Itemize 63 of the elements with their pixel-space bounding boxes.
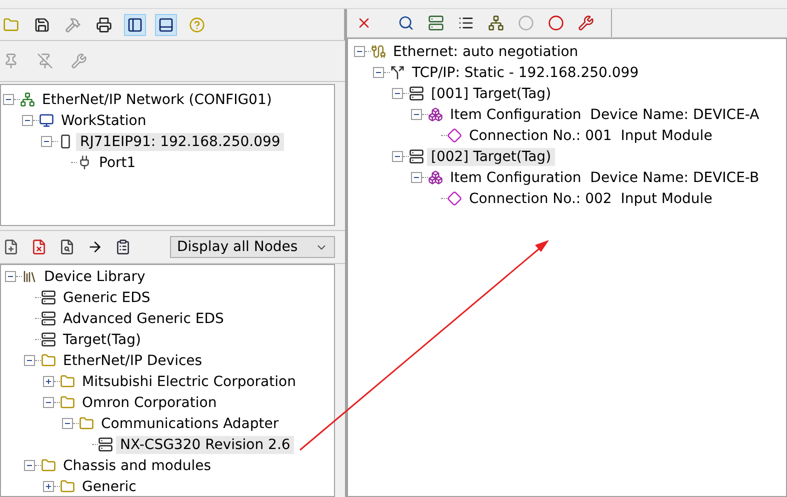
collapse-toggle[interactable]	[392, 88, 403, 99]
tree-item[interactable]: Connection No.: 001 Input Module	[465, 126, 716, 144]
collapse-toggle[interactable]	[411, 109, 422, 120]
expand-toggle[interactable]	[43, 481, 54, 492]
folder-icon	[60, 395, 75, 410]
tree-item[interactable]: Item Configuration Device Name: DEVICE-B	[446, 168, 764, 186]
expand-toggle[interactable]	[43, 376, 54, 387]
collapse-toggle[interactable]	[411, 172, 422, 183]
branch-icon	[390, 65, 405, 80]
tree-item[interactable]: Generic	[78, 478, 140, 496]
folder-icon	[41, 353, 56, 368]
cable-icon	[371, 44, 386, 59]
collapse-toggle[interactable]	[392, 151, 403, 162]
tree-item[interactable]: Item Configuration Device Name: DEVICE-A	[446, 106, 764, 124]
folder-icon	[79, 416, 94, 431]
diamond-icon	[447, 191, 462, 206]
tree-item[interactable]: NX-CSG320 Revision 2.6	[116, 436, 294, 454]
folder-icon	[41, 458, 56, 473]
tree-item[interactable]: RJ71EIP91: 192.168.250.099	[76, 132, 284, 150]
tree-item[interactable]: Omron Corporation	[78, 394, 221, 412]
cubes-icon	[428, 170, 443, 185]
tree-item[interactable]: Ethernet: auto negotiation	[389, 42, 582, 60]
collapse-toggle[interactable]	[43, 397, 54, 408]
tree-item[interactable]: Device Library	[40, 268, 150, 286]
diamond-icon	[447, 128, 462, 143]
cubes-icon	[428, 107, 443, 122]
tree-item[interactable]: Connection No.: 002 Input Module	[465, 190, 716, 208]
tree-item[interactable]: TCP/IP: Static - 192.168.250.099	[408, 64, 643, 82]
server-icon	[41, 332, 56, 347]
collapse-toggle[interactable]	[24, 355, 35, 366]
tree-item[interactable]: Generic EDS	[59, 288, 154, 306]
tree-item[interactable]: Port1	[95, 154, 140, 172]
plug-icon	[77, 155, 92, 170]
node-filter-dropdown[interactable]: Display all Nodes	[170, 236, 335, 258]
server-icon	[41, 290, 56, 305]
server-icon	[409, 86, 424, 101]
tree-item[interactable]: Chassis and modules	[59, 456, 215, 474]
window-layout-icon[interactable]	[124, 14, 146, 36]
tree-item[interactable]: [002] Target(Tag)	[427, 148, 556, 166]
tree-item[interactable]: Communications Adapter	[97, 414, 283, 432]
tree-item[interactable]: EtherNet/IP Network (CONFIG01)	[38, 90, 276, 108]
tree-item[interactable]: WorkStation	[57, 112, 150, 130]
tree-item[interactable]: Target(Tag)	[59, 330, 145, 348]
collapse-toggle[interactable]	[62, 418, 73, 429]
tree-item[interactable]: EtherNet/IP Devices	[59, 352, 206, 370]
server-icon	[98, 437, 113, 452]
tree-item[interactable]: [001] Target(Tag)	[427, 84, 556, 102]
window-layout-icon[interactable]	[155, 14, 177, 36]
folder-icon	[60, 479, 75, 494]
collapse-toggle[interactable]	[3, 94, 14, 105]
collapse-toggle[interactable]	[5, 271, 16, 282]
folder-icon	[60, 374, 75, 389]
server-icon	[41, 311, 56, 326]
server-icon	[409, 149, 424, 164]
collapse-toggle[interactable]	[41, 136, 52, 147]
collapse-toggle[interactable]	[24, 460, 35, 471]
collapse-toggle[interactable]	[354, 46, 365, 57]
tree-item[interactable]: Mitsubishi Electric Corporation	[78, 372, 300, 390]
collapse-toggle[interactable]	[373, 67, 384, 78]
collapse-toggle[interactable]	[22, 115, 33, 126]
network-icon	[20, 92, 35, 107]
monitor-icon	[39, 113, 54, 128]
tree-item[interactable]: Advanced Generic EDS	[59, 310, 228, 328]
